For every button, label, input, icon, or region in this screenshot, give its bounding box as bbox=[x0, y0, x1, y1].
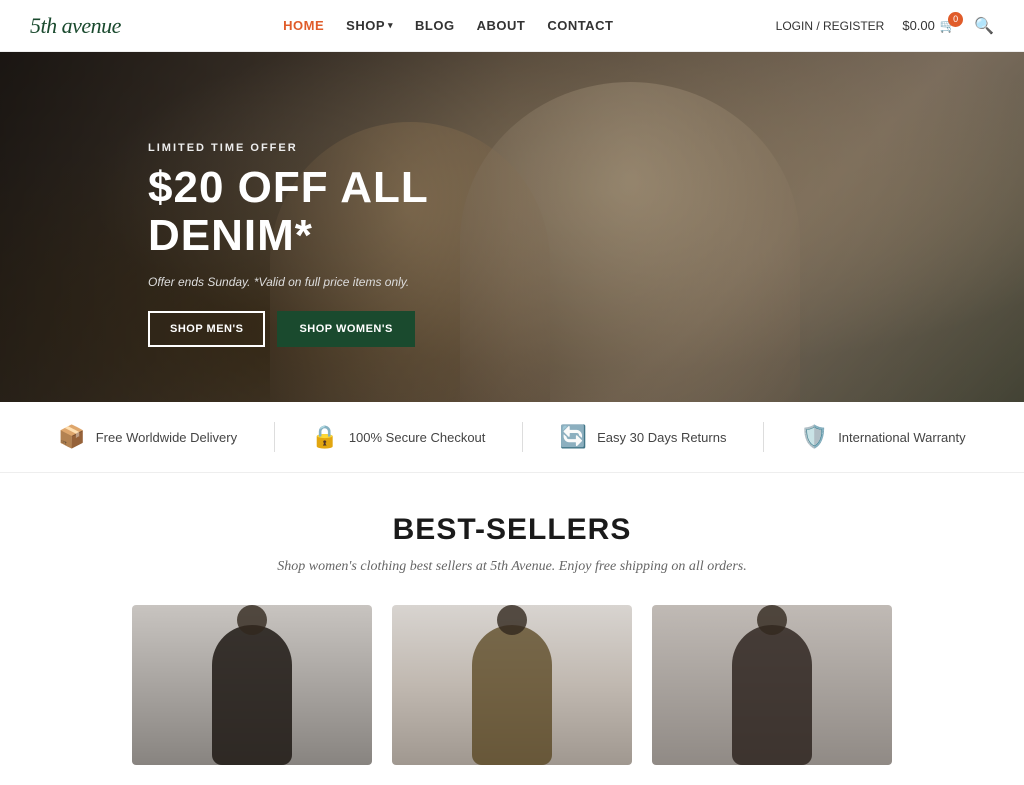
product-card-1[interactable] bbox=[132, 605, 372, 765]
hero-heading: $20 OFF ALL DENIM* bbox=[148, 164, 429, 261]
feature-delivery-text: Free Worldwide Delivery bbox=[96, 430, 237, 445]
bestsellers-title: BEST-SELLERS bbox=[30, 513, 994, 547]
feature-warranty: 🛡️ International Warranty bbox=[801, 424, 966, 450]
main-nav: HOME SHOP ▾ BLOG ABOUT CONTACT bbox=[283, 18, 613, 33]
product-card-3[interactable] bbox=[652, 605, 892, 765]
cart-icon-wrap[interactable]: 🛒 0 bbox=[940, 18, 956, 34]
product-image-2 bbox=[472, 625, 552, 765]
features-bar: 📦 Free Worldwide Delivery 🔒 100% Secure … bbox=[0, 402, 1024, 473]
hero-content: LIMITED TIME OFFER $20 OFF ALL DENIM* Of… bbox=[148, 142, 429, 347]
product-image-3 bbox=[732, 625, 812, 765]
hero-subtext: Offer ends Sunday. *Valid on full price … bbox=[148, 275, 429, 289]
feature-delivery: 📦 Free Worldwide Delivery bbox=[58, 424, 237, 450]
nav-blog[interactable]: BLOG bbox=[415, 18, 455, 33]
site-logo[interactable]: 5th avenue bbox=[30, 13, 121, 39]
cart-badge: 0 bbox=[948, 12, 963, 27]
warranty-icon: 🛡️ bbox=[801, 424, 828, 450]
nav-contact[interactable]: CONTACT bbox=[547, 18, 613, 33]
nav-shop[interactable]: SHOP ▾ bbox=[346, 18, 393, 33]
cart-area[interactable]: $0.00 🛒 0 bbox=[902, 18, 956, 34]
shop-womens-button[interactable]: SHOP WOMEN'S bbox=[277, 311, 414, 347]
hero-section: LIMITED TIME OFFER $20 OFF ALL DENIM* Of… bbox=[0, 52, 1024, 402]
hero-limited-offer: LIMITED TIME OFFER bbox=[148, 142, 429, 154]
product-image-1 bbox=[212, 625, 292, 765]
lock-icon: 🔒 bbox=[311, 424, 338, 450]
feature-warranty-text: International Warranty bbox=[838, 430, 965, 445]
returns-icon: 🔄 bbox=[560, 424, 587, 450]
product-card-2[interactable] bbox=[392, 605, 632, 765]
feature-returns-text: Easy 30 Days Returns bbox=[597, 430, 726, 445]
bestsellers-subtitle: Shop women's clothing best sellers at 5t… bbox=[30, 559, 994, 575]
bestsellers-section: BEST-SELLERS Shop women's clothing best … bbox=[0, 473, 1024, 785]
hero-buttons: SHOP MEN'S SHOP WOMEN'S bbox=[148, 311, 429, 347]
feature-divider-1 bbox=[274, 422, 275, 452]
feature-divider-2 bbox=[522, 422, 523, 452]
header-right: LOGIN / REGISTER $0.00 🛒 0 🔍 bbox=[776, 16, 994, 36]
search-button[interactable]: 🔍 bbox=[974, 16, 994, 36]
nav-about[interactable]: ABOUT bbox=[477, 18, 526, 33]
chevron-down-icon: ▾ bbox=[388, 20, 393, 31]
search-icon: 🔍 bbox=[974, 18, 994, 35]
shop-mens-button[interactable]: SHOP MEN'S bbox=[148, 311, 265, 347]
site-header: 5th avenue HOME SHOP ▾ BLOG ABOUT CONTAC… bbox=[0, 0, 1024, 52]
feature-divider-3 bbox=[763, 422, 764, 452]
nav-home[interactable]: HOME bbox=[283, 18, 324, 33]
feature-checkout: 🔒 100% Secure Checkout bbox=[311, 424, 485, 450]
cart-price: $0.00 bbox=[902, 18, 935, 33]
login-register-link[interactable]: LOGIN / REGISTER bbox=[776, 19, 885, 33]
feature-returns: 🔄 Easy 30 Days Returns bbox=[560, 424, 727, 450]
product-grid bbox=[30, 605, 994, 765]
delivery-icon: 📦 bbox=[58, 424, 85, 450]
feature-checkout-text: 100% Secure Checkout bbox=[349, 430, 486, 445]
